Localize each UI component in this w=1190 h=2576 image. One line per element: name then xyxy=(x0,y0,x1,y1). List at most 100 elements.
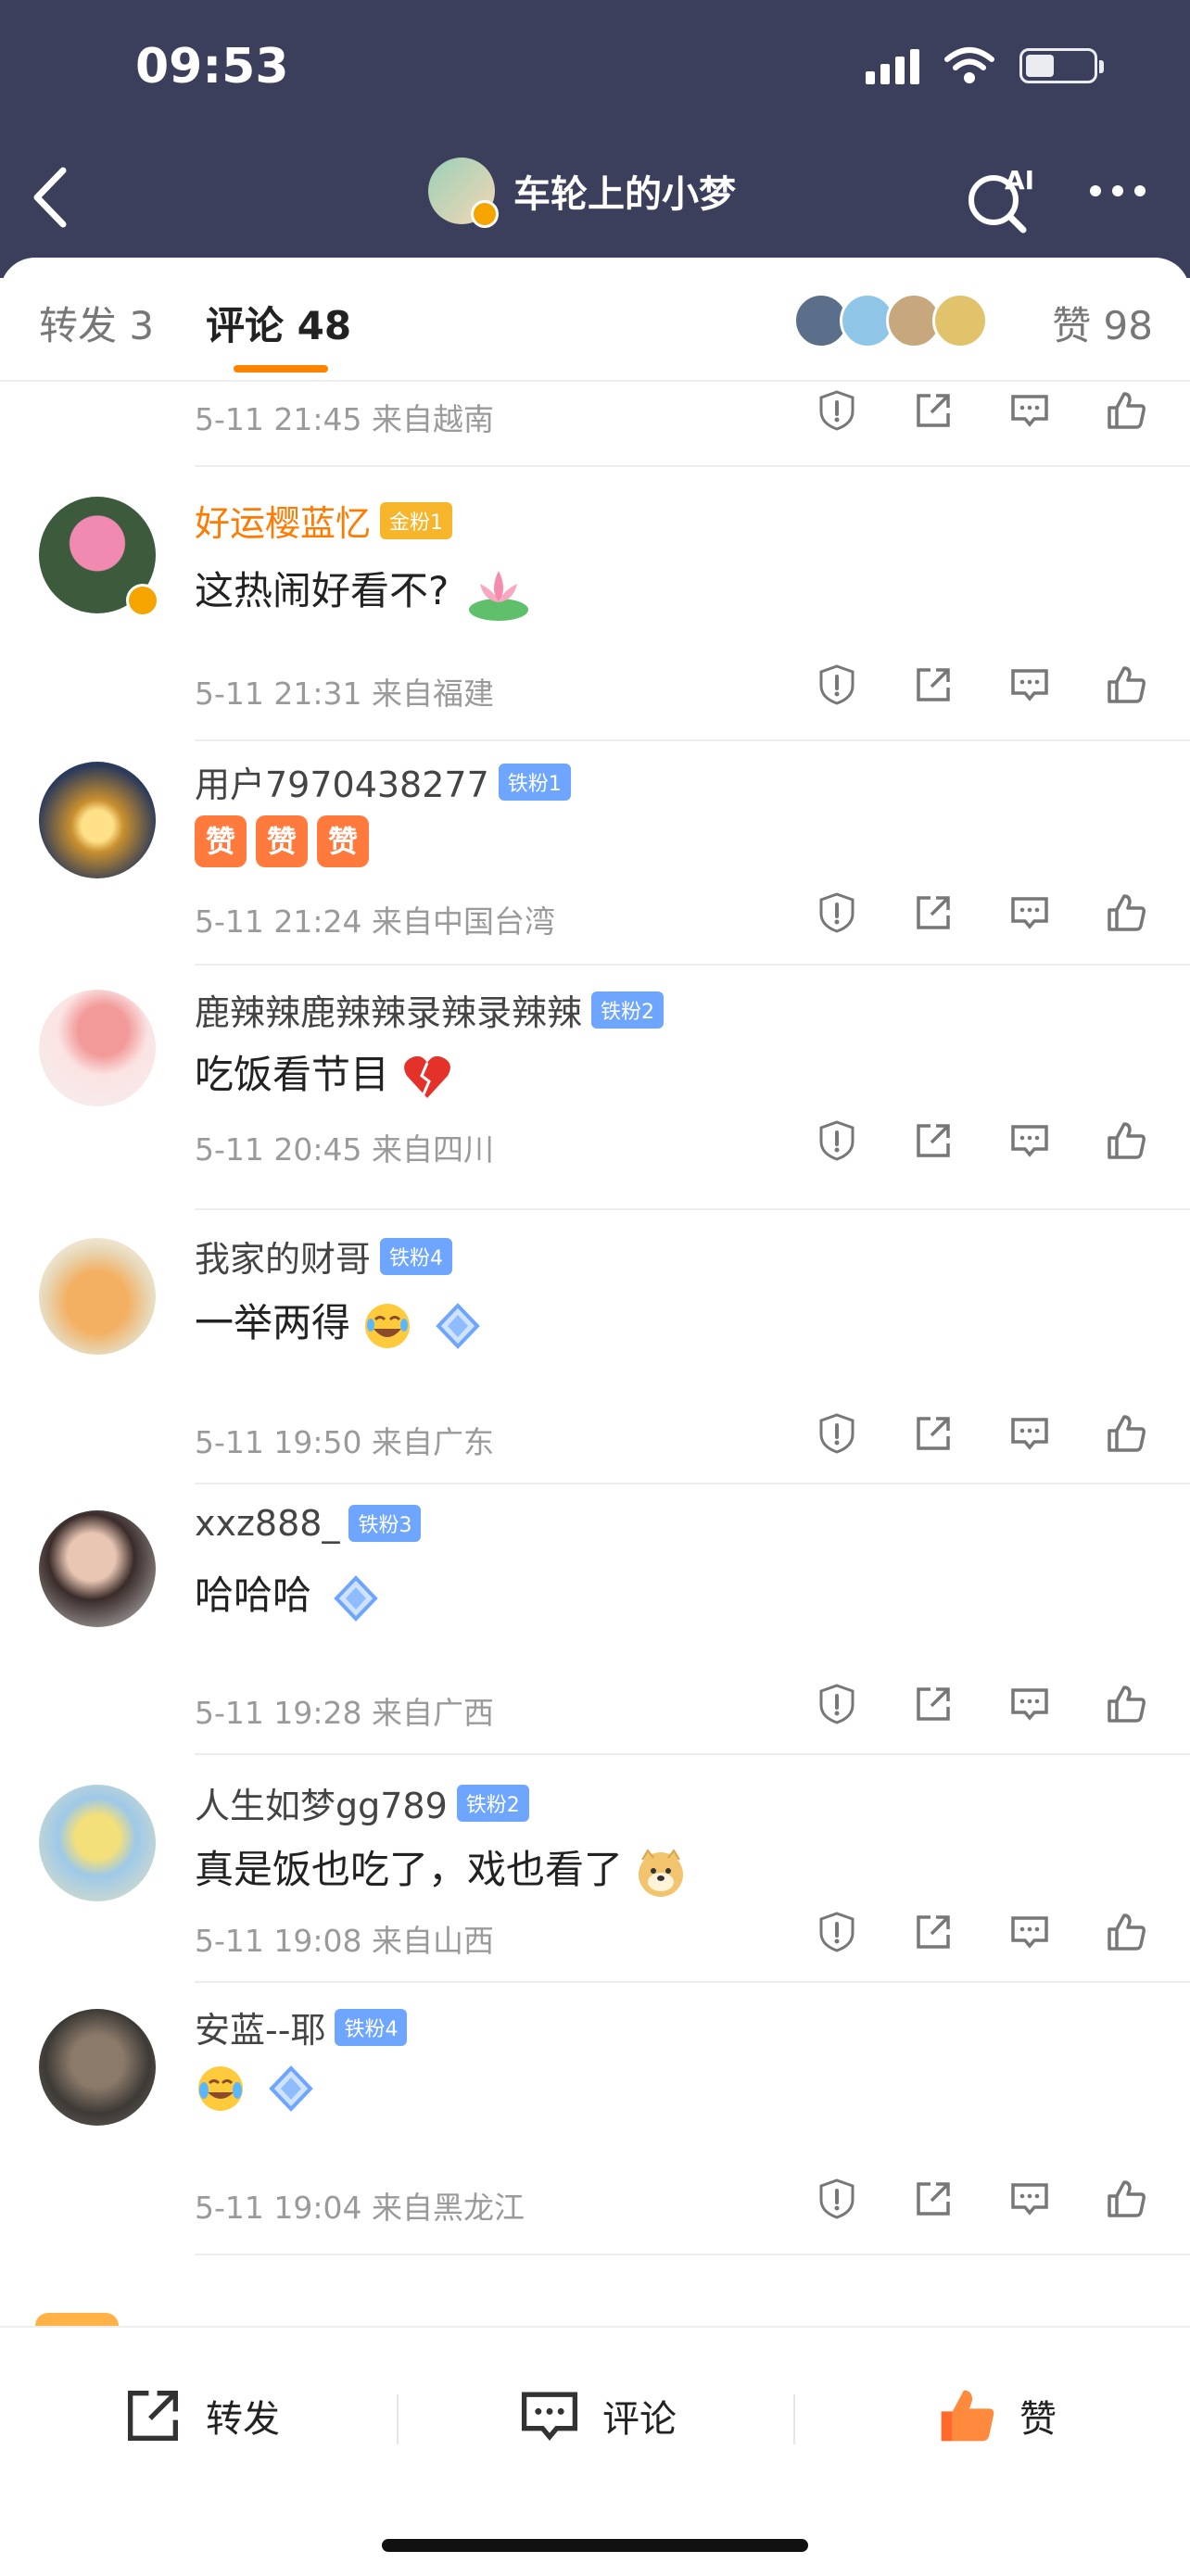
like-icon[interactable] xyxy=(1105,1683,1147,1725)
comment-actions xyxy=(816,663,1147,706)
tab-comments[interactable]: 评论 48 xyxy=(206,295,351,351)
like-icon[interactable] xyxy=(1105,891,1147,934)
like-icon[interactable] xyxy=(1105,663,1147,706)
comment-actions xyxy=(816,1911,1147,1953)
report-icon[interactable] xyxy=(816,1683,858,1725)
share-icon[interactable] xyxy=(912,1683,955,1725)
username-text[interactable]: 好运樱蓝忆 xyxy=(195,495,371,546)
bottom-action-bar: 转发 评论 赞 xyxy=(0,2326,1190,2576)
share-icon[interactable] xyxy=(912,1412,955,1455)
report-icon[interactable] xyxy=(816,1412,858,1455)
like-label: 赞 xyxy=(1019,2398,1057,2441)
wifi-icon xyxy=(944,47,994,83)
avatar[interactable] xyxy=(39,990,156,1106)
comment-username[interactable]: 鹿辣辣鹿辣辣录辣录辣辣 铁粉2 xyxy=(195,984,665,1035)
username-text[interactable]: 安蓝--耶 xyxy=(195,2001,325,2052)
reply-icon[interactable] xyxy=(1008,663,1051,706)
comment-username[interactable]: 安蓝--耶 铁粉4 xyxy=(195,2001,408,2052)
avatar[interactable] xyxy=(39,762,156,878)
share-icon[interactable] xyxy=(912,1911,955,1953)
diamond-icon xyxy=(435,1302,480,1349)
comment-actions xyxy=(816,389,1147,432)
avatar[interactable] xyxy=(39,1238,156,1355)
tab-likes[interactable]: 赞 98 xyxy=(1052,295,1153,351)
comment-meta: 5-11 19:50 来自广东 xyxy=(195,1424,494,1460)
reply-icon[interactable] xyxy=(1008,1683,1051,1725)
divider xyxy=(195,739,1190,741)
share-icon[interactable] xyxy=(912,663,955,706)
comment-button[interactable]: 评论 xyxy=(517,2383,677,2448)
divider xyxy=(195,1208,1190,1210)
comment-text: 一举两得 xyxy=(195,1292,490,1354)
fan-badge: 金粉1 xyxy=(380,501,453,539)
comment-meta: 5-11 20:45 来自四川 xyxy=(195,1131,494,1168)
share-icon[interactable] xyxy=(912,1119,955,1162)
ai-search-icon[interactable]: AI xyxy=(964,163,1034,234)
avatar[interactable] xyxy=(39,497,159,617)
report-icon[interactable] xyxy=(816,663,858,706)
tab-repost[interactable]: 转发 3 xyxy=(39,295,154,351)
comment-username[interactable]: 我家的财哥 铁粉4 xyxy=(195,1231,453,1282)
comment-username[interactable]: xxz888_ 铁粉3 xyxy=(195,1503,422,1544)
like-filled-icon xyxy=(941,2390,994,2442)
signal-icon xyxy=(866,47,919,84)
back-icon[interactable] xyxy=(26,165,74,230)
reply-icon[interactable] xyxy=(1008,1412,1051,1455)
tab-bar: 转发 3 评论 48 赞 98 xyxy=(0,258,1190,382)
top-header: 09:53 车轮上的小梦 AI xyxy=(0,0,1190,278)
comment-username[interactable]: 好运樱蓝忆 金粉1 xyxy=(195,495,453,546)
avatar[interactable] xyxy=(39,1785,156,1901)
author-name[interactable]: 车轮上的小梦 xyxy=(513,164,736,218)
zan-sticker-icon: 赞 xyxy=(256,815,308,867)
reply-icon[interactable] xyxy=(1008,1119,1051,1162)
like-icon[interactable] xyxy=(1105,1911,1147,1953)
comment-text xyxy=(195,2061,323,2116)
report-icon[interactable] xyxy=(816,2178,858,2220)
home-indicator xyxy=(382,2539,808,2552)
share-icon[interactable] xyxy=(912,891,955,934)
nav-title[interactable]: 车轮上的小梦 xyxy=(428,158,736,228)
username-text[interactable]: 我家的财哥 xyxy=(195,1231,371,1282)
fan-badge: 铁粉4 xyxy=(380,1237,453,1275)
comment-meta: 5-11 21:31 来自福建 xyxy=(195,676,494,712)
reply-icon[interactable] xyxy=(1008,891,1051,934)
more-icon[interactable] xyxy=(1090,185,1146,196)
comment-actions xyxy=(816,1412,1147,1455)
diamond-icon xyxy=(269,2065,314,2112)
comment-actions xyxy=(816,1119,1147,1162)
author-avatar[interactable] xyxy=(428,158,499,228)
username-text[interactable]: 鹿辣辣鹿辣辣录辣录辣辣 xyxy=(195,984,582,1035)
username-text[interactable]: 用户7970438277 xyxy=(195,756,489,807)
report-icon[interactable] xyxy=(816,891,858,934)
username-text[interactable]: xxz888_ xyxy=(195,1503,339,1544)
share-icon[interactable] xyxy=(912,2178,955,2220)
username-text[interactable]: 人生如梦gg789 xyxy=(195,1777,448,1828)
like-icon[interactable] xyxy=(1105,389,1147,432)
comment-body: 一举两得 xyxy=(195,1300,351,1345)
liker-avatars[interactable] xyxy=(793,293,988,348)
avatar[interactable] xyxy=(39,1510,156,1627)
report-icon[interactable] xyxy=(816,1119,858,1162)
like-icon[interactable] xyxy=(1105,2178,1147,2220)
reply-icon[interactable] xyxy=(1008,1911,1051,1953)
comment-actions xyxy=(816,891,1147,934)
share-icon[interactable] xyxy=(912,389,955,432)
comment-text: 哈哈哈 xyxy=(195,1564,388,1626)
report-icon[interactable] xyxy=(816,1911,858,1953)
comment-text: 真是饭也吃了，戏也看了 xyxy=(195,1838,687,1899)
report-icon[interactable] xyxy=(816,389,858,432)
divider xyxy=(793,2394,795,2444)
zan-sticker-icon: 赞 xyxy=(195,815,247,867)
reply-icon[interactable] xyxy=(1008,2178,1051,2220)
avatar xyxy=(35,2313,119,2326)
avatar[interactable] xyxy=(39,2009,156,2126)
comment-username[interactable]: 用户7970438277 铁粉1 xyxy=(195,756,571,807)
comment-username[interactable]: 人生如梦gg789 铁粉2 xyxy=(195,1777,529,1828)
like-icon[interactable] xyxy=(1105,1119,1147,1162)
repost-button[interactable]: 转发 xyxy=(120,2383,280,2448)
like-icon[interactable] xyxy=(1105,1412,1147,1455)
comment-icon xyxy=(521,2392,578,2441)
comment-meta: 5-11 19:08 来自山西 xyxy=(195,1923,494,1959)
like-button[interactable]: 赞 xyxy=(934,2383,1057,2448)
reply-icon[interactable] xyxy=(1008,389,1051,432)
